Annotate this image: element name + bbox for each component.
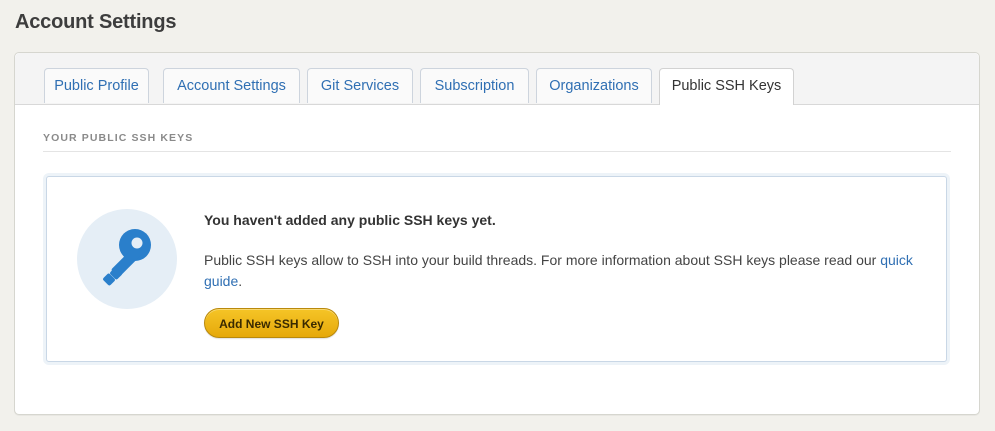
- tab-organizations[interactable]: Organizations: [536, 68, 652, 103]
- page-title: Account Settings: [15, 11, 177, 33]
- section-divider: [43, 151, 951, 152]
- tab-public-profile[interactable]: Public Profile: [44, 68, 149, 103]
- tab-bar: Public Profile Account Settings Git Serv…: [15, 53, 979, 105]
- key-icon-circle: [77, 209, 177, 309]
- description-suffix: .: [238, 273, 243, 289]
- empty-state-card: You haven't added any public SSH keys ye…: [46, 176, 947, 362]
- tab-public-ssh-keys[interactable]: Public SSH Keys: [659, 68, 794, 105]
- empty-state-title: You haven't added any public SSH keys ye…: [204, 212, 496, 228]
- tab-git-services[interactable]: Git Services: [307, 68, 413, 103]
- key-icon: [103, 229, 151, 286]
- add-ssh-key-button[interactable]: Add New SSH Key: [204, 308, 339, 338]
- tab-subscription[interactable]: Subscription: [420, 68, 529, 103]
- description-text: Public SSH keys allow to SSH into your b…: [204, 252, 881, 268]
- section-heading: YOUR PUBLIC SSH KEYS: [43, 132, 194, 144]
- settings-panel: Public Profile Account Settings Git Serv…: [14, 52, 980, 415]
- empty-state-description: Public SSH keys allow to SSH into your b…: [204, 250, 914, 292]
- tab-account-settings[interactable]: Account Settings: [163, 68, 300, 103]
